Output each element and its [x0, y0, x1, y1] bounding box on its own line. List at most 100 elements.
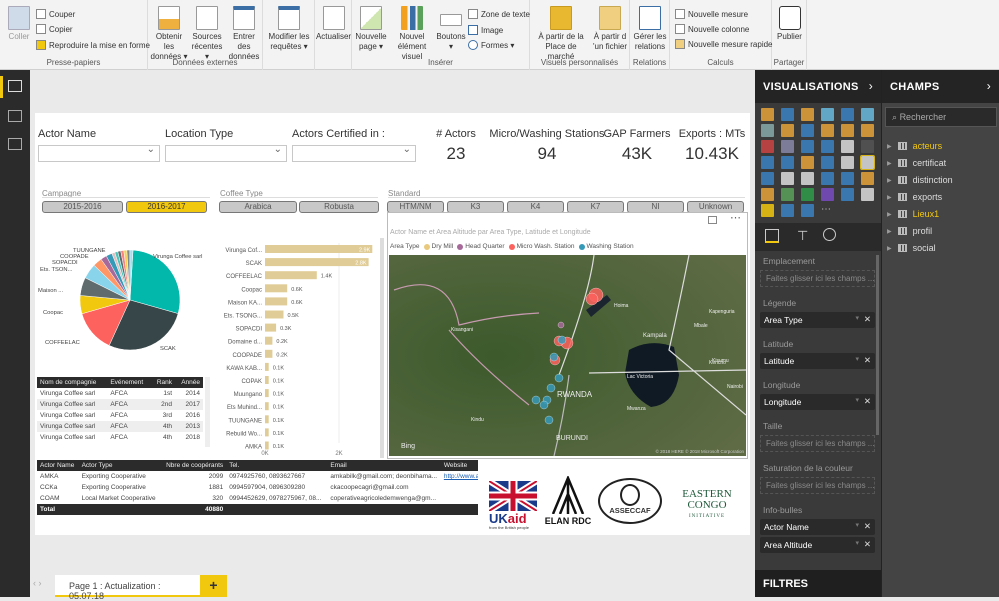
bar[interactable] — [265, 441, 269, 450]
analytics-icon[interactable] — [823, 228, 836, 241]
recent-sources-button[interactable]: Sources récentes ▾ — [189, 6, 225, 62]
visual-type-icon[interactable] — [781, 204, 794, 217]
bar[interactable] — [265, 362, 269, 371]
visual-type-icon[interactable] — [841, 140, 854, 153]
map-point[interactable] — [557, 335, 567, 345]
remove-icon[interactable]: ✕ — [864, 521, 871, 532]
expand-icon[interactable]: ▶ — [887, 194, 892, 201]
field-pill[interactable]: Area Altitude ▾ ✕ — [760, 537, 875, 553]
visual-type-icon[interactable] — [801, 188, 814, 201]
visual-type-icon[interactable] — [861, 108, 874, 121]
quick-measure-button[interactable]: Nouvelle mesure rapide — [675, 39, 773, 49]
table-row[interactable]: AMKA Exporting Cooperative 2099 0974925760,… — [37, 471, 478, 482]
map-visual-type-icon-selected[interactable] — [860, 155, 875, 170]
remove-icon[interactable]: ✕ — [864, 396, 871, 407]
table-scrollbar[interactable] — [205, 377, 210, 447]
campagne-chip[interactable]: 2015-2016 — [42, 201, 123, 213]
chevron-down-icon[interactable]: ▾ — [855, 314, 859, 322]
field-table-item[interactable]: ▶ certificat — [887, 158, 946, 168]
chevron-right-icon[interactable]: › — [869, 79, 873, 93]
chevron-down-icon[interactable]: ▾ — [855, 521, 859, 529]
bar[interactable] — [265, 284, 288, 293]
cut-button[interactable]: Couper — [36, 9, 75, 19]
format-painter-button[interactable]: Reproduire la mise en forme — [36, 40, 150, 50]
format-paint-roller-icon[interactable]: ⊤ — [797, 228, 808, 244]
legend-item[interactable]: Micro Wash. Station — [508, 243, 575, 250]
pane-scrollbar[interactable] — [876, 255, 879, 435]
legend-item[interactable]: Dry Mill — [423, 243, 453, 250]
chevron-down-icon[interactable]: ▾ — [855, 539, 859, 547]
column-header[interactable]: Email — [327, 460, 441, 471]
actor-name-dropdown[interactable] — [38, 144, 160, 162]
fields-tab-icon[interactable] — [765, 229, 779, 243]
visual-type-icon[interactable] — [821, 108, 834, 121]
bar[interactable] — [265, 297, 288, 306]
column-header[interactable]: Année — [175, 377, 203, 388]
bar[interactable] — [265, 310, 284, 319]
legend-item[interactable]: Washing Station — [578, 243, 634, 250]
visual-type-icon[interactable] — [781, 140, 794, 153]
focus-mode-icon[interactable] — [708, 216, 717, 224]
visual-type-icon[interactable] — [781, 172, 794, 185]
visual-type-icon[interactable] — [821, 140, 834, 153]
campagne-chip-selected[interactable]: 2016-2017 — [126, 201, 207, 213]
page-nav-arrows[interactable]: ‹ › — [33, 578, 42, 588]
table-row[interactable]: Virunga Coffee sarl AFCA 1st 2014 — [37, 388, 203, 399]
visual-type-icon[interactable] — [841, 124, 854, 137]
field-table-item[interactable]: ▶ acteurs — [887, 141, 942, 151]
new-page-button[interactable]: Nouvelle page ▾ — [354, 6, 388, 52]
field-table-item[interactable]: ▶ Lieux1 — [887, 209, 939, 219]
remove-icon[interactable]: ✕ — [864, 355, 871, 366]
new-visual-button[interactable]: Nouvel élément visuel — [390, 6, 434, 62]
expand-icon[interactable]: ▶ — [887, 160, 892, 167]
map-canvas[interactable]: RWANDA BURUNDI Kampala Lac Victoria Kisangan… — [389, 255, 746, 456]
more-visuals-icon[interactable]: ⋯ — [821, 204, 831, 215]
new-column-button[interactable]: Nouvelle colonne — [675, 24, 749, 34]
map-point[interactable] — [554, 373, 564, 383]
expand-icon[interactable]: ▶ — [887, 143, 892, 150]
paste-button[interactable]: Coller — [5, 6, 33, 42]
manage-relations-button[interactable]: Gérer les relations — [632, 6, 668, 52]
expand-icon[interactable]: ▶ — [887, 245, 892, 252]
coffee-type-chip[interactable]: Arabica — [219, 201, 297, 213]
remove-icon[interactable]: ✕ — [864, 539, 871, 550]
bar[interactable] — [265, 271, 317, 280]
column-header[interactable]: Rank — [151, 377, 176, 388]
field-pill[interactable]: Latitude ▾ ✕ — [760, 353, 875, 369]
refresh-button[interactable]: Actualiser — [315, 6, 352, 42]
expand-icon[interactable]: ▶ — [887, 228, 892, 235]
chevron-down-icon[interactable]: ▾ — [855, 396, 859, 404]
visual-type-icon[interactable] — [841, 188, 854, 201]
marketplace-button[interactable]: À partir de la Place de marché — [532, 6, 590, 62]
visual-type-icon[interactable] — [781, 108, 794, 121]
map-point[interactable] — [539, 400, 549, 410]
shapes-button[interactable]: Formes ▾ — [468, 40, 514, 50]
edit-queries-button[interactable]: Modifier les requêtes ▾ — [265, 6, 313, 52]
visual-type-icon[interactable] — [781, 188, 794, 201]
table-row[interactable]: Virunga Coffee sarl AFCA 4th 2018 — [37, 432, 203, 443]
table-row[interactable]: CCKa Exporting Cooperative 1881 0994597904,… — [37, 482, 478, 493]
column-header[interactable]: Website — [440, 460, 478, 471]
visual-type-icon[interactable] — [761, 172, 774, 185]
scrollbar[interactable] — [380, 238, 384, 458]
table-row[interactable]: Virunga Coffee sarl AFCA 2nd 2017 — [37, 399, 203, 410]
field-pill[interactable]: Actor Name ▾ ✕ — [760, 519, 875, 535]
expand-icon[interactable]: ▶ — [887, 211, 892, 218]
map-point[interactable] — [546, 383, 556, 393]
visual-type-icon[interactable] — [781, 124, 794, 137]
visual-type-icon[interactable] — [801, 140, 814, 153]
bar[interactable] — [265, 376, 269, 384]
bar[interactable] — [265, 415, 269, 424]
visual-type-icon[interactable] — [781, 156, 794, 169]
remove-icon[interactable]: ✕ — [864, 314, 871, 325]
visual-type-icon[interactable] — [841, 108, 854, 121]
publish-button[interactable]: Publier — [772, 6, 807, 42]
visual-type-icon[interactable] — [861, 172, 874, 185]
chevron-down-icon[interactable]: ▾ — [855, 355, 859, 363]
enter-data-button[interactable]: Entrer des données — [226, 6, 262, 62]
map-point[interactable] — [585, 292, 599, 306]
drop-zone[interactable]: Faites glisser ici les champs ... — [760, 435, 875, 452]
field-table-item[interactable]: ▶ profil — [887, 226, 932, 236]
visual-type-icon[interactable] — [821, 124, 834, 137]
bar[interactable] — [265, 402, 269, 411]
